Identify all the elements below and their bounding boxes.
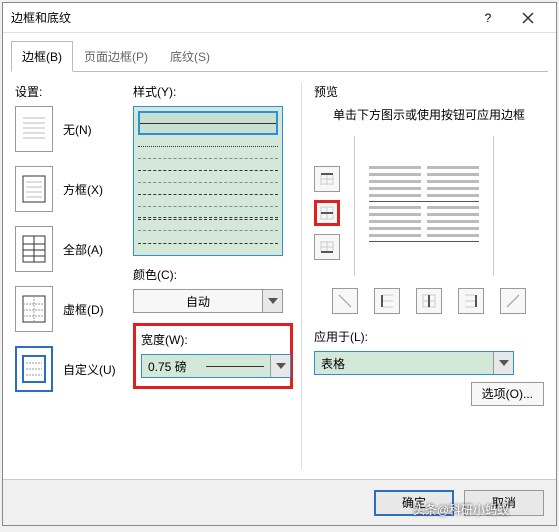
color-label: 颜色(C): <box>133 266 293 283</box>
close-button[interactable] <box>508 4 548 32</box>
watermark: 头条@科研小蚂蚁 <box>413 501 509 518</box>
setting-grid[interactable]: 虚框(D) <box>15 286 125 332</box>
all-icon <box>15 226 53 272</box>
style-label: 样式(Y): <box>133 83 293 100</box>
border-bottom-button[interactable] <box>314 234 340 260</box>
chevron-down-icon <box>262 290 282 312</box>
titlebar: 边框和底纹 ? <box>3 3 556 33</box>
setting-box-label: 方框(X) <box>63 181 103 198</box>
border-top-button[interactable] <box>314 166 340 192</box>
border-inside-h-button[interactable] <box>314 200 340 226</box>
width-value: 0.75 磅 <box>142 358 206 375</box>
setting-all[interactable]: 全部(A) <box>15 226 125 272</box>
settings-label: 设置: <box>15 83 125 100</box>
border-left-button[interactable] <box>374 288 400 314</box>
preview-hint: 单击下方图示或使用按钮可应用边框 <box>314 106 544 124</box>
width-label: 宽度(W): <box>141 331 285 348</box>
border-diag-down-button[interactable] <box>332 288 358 314</box>
color-value: 自动 <box>134 293 262 310</box>
setting-all-label: 全部(A) <box>63 241 103 258</box>
width-group-highlight: 宽度(W): 0.75 磅 <box>133 323 293 389</box>
border-inside-v-button[interactable] <box>416 288 442 314</box>
setting-box[interactable]: 方框(X) <box>15 166 125 212</box>
grid-icon <box>15 286 53 332</box>
tab-shading[interactable]: 底纹(S) <box>159 41 221 72</box>
setting-none[interactable]: 无(N) <box>15 106 125 152</box>
color-combo[interactable]: 自动 <box>133 289 283 313</box>
setting-none-label: 无(N) <box>63 121 92 138</box>
none-icon <box>15 106 53 152</box>
apply-value: 表格 <box>315 355 493 372</box>
close-icon <box>522 12 534 24</box>
dialog-title: 边框和底纹 <box>11 9 468 26</box>
apply-label: 应用于(L): <box>314 328 544 345</box>
apply-to-combo[interactable]: 表格 <box>314 351 514 375</box>
preview-canvas[interactable] <box>354 136 494 276</box>
style-listbox[interactable] <box>133 106 283 256</box>
setting-grid-label: 虚框(D) <box>63 301 104 318</box>
setting-custom[interactable]: 自定义(U) <box>15 346 125 392</box>
chevron-down-icon <box>270 355 290 377</box>
border-diag-up-button[interactable] <box>500 288 526 314</box>
setting-custom-label: 自定义(U) <box>63 361 116 378</box>
tab-border[interactable]: 边框(B) <box>11 41 73 72</box>
help-button[interactable]: ? <box>468 4 508 32</box>
border-right-button[interactable] <box>458 288 484 314</box>
chevron-down-icon <box>493 352 513 374</box>
preview-label: 预览 <box>314 83 544 100</box>
borders-shading-dialog: 边框和底纹 ? 边框(B) 页面边框(P) 底纹(S) 设置: 无(N) <box>2 2 557 526</box>
box-icon <box>15 166 53 212</box>
tab-strip: 边框(B) 页面边框(P) 底纹(S) <box>3 33 556 72</box>
options-button[interactable]: 选项(O)... <box>471 382 544 406</box>
content-area: 设置: 无(N) 方框(X) <box>3 73 556 479</box>
width-combo[interactable]: 0.75 磅 <box>141 354 291 378</box>
tab-page-border[interactable]: 页面边框(P) <box>73 41 159 72</box>
custom-icon <box>15 346 53 392</box>
